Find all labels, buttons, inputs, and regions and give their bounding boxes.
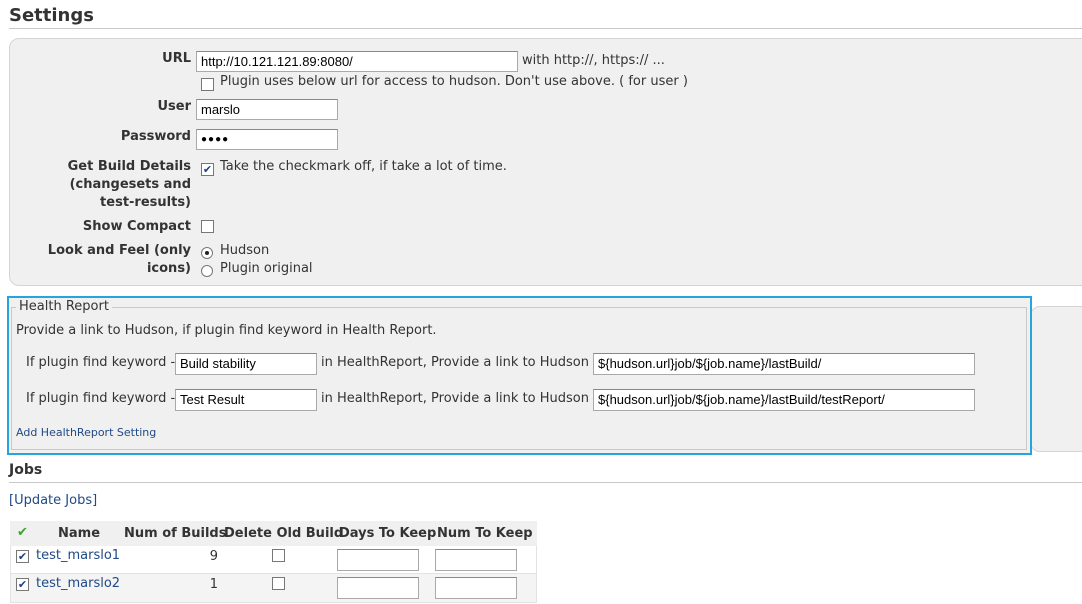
jobs-divider xyxy=(9,482,1082,483)
password-label: Password xyxy=(120,129,191,144)
link-middle-label: in HealthReport, Provide a link to Hudso… xyxy=(321,391,598,406)
build-details-checkbox-label: Take the checkmark off, if take a lot of… xyxy=(220,159,507,174)
health-report-description: Provide a link to Hudson, if plugin find… xyxy=(16,323,437,338)
link-input[interactable]: ${hudson.url}job/${job.name}/lastBuild/ xyxy=(593,353,975,375)
job-num-builds: 1 xyxy=(209,577,218,592)
job-name-link[interactable]: test_marslo1 xyxy=(36,548,120,563)
add-healthreport-link[interactable]: Add HealthReport Setting xyxy=(16,426,156,439)
checkmark-icon: ✔ xyxy=(202,163,213,176)
url-input[interactable]: http://10.121.121.89:8080/ xyxy=(196,51,518,72)
column-header-days-to-keep: Days To Keep xyxy=(339,526,437,541)
jobs-title: Jobs xyxy=(9,462,43,478)
days-to-keep-input[interactable] xyxy=(337,549,419,571)
settings-title: Settings xyxy=(9,5,94,26)
look-and-feel-label-line1: Look and Feel (only xyxy=(47,243,191,258)
url-label: URL xyxy=(162,51,191,66)
show-compact-checkbox[interactable] xyxy=(201,220,214,233)
password-input[interactable]: ●●●● xyxy=(196,129,338,150)
settings-divider xyxy=(9,28,1082,29)
delete-old-build-checkbox[interactable] xyxy=(272,577,285,590)
radio-hudson[interactable] xyxy=(201,247,213,259)
url-hint: with http://, https:// ... xyxy=(522,53,665,68)
build-details-label-line3: test-results) xyxy=(100,195,191,210)
health-report-panel-edge xyxy=(1030,306,1082,452)
keyword-input[interactable]: Test Result xyxy=(175,389,317,411)
column-header-delete-old: Delete Old Build xyxy=(224,526,344,541)
delete-old-build-checkbox[interactable] xyxy=(272,549,285,562)
build-details-label-line1: Get Build Details xyxy=(67,159,191,174)
num-to-keep-input[interactable] xyxy=(435,549,517,571)
plugin-url-checkbox-label: Plugin uses below url for access to huds… xyxy=(220,74,688,89)
job-enabled-checkbox[interactable]: ✔ xyxy=(16,550,29,563)
checkmark-icon: ✔ xyxy=(17,550,28,563)
radio-plugin-original-label: Plugin original xyxy=(220,261,313,276)
build-details-label: Get Build Details (changesets and test-r… xyxy=(40,158,191,212)
radio-plugin-original[interactable] xyxy=(201,265,213,277)
radio-hudson-label: Hudson xyxy=(220,243,270,258)
user-label: User xyxy=(157,99,191,114)
build-details-checkbox[interactable]: ✔ xyxy=(201,163,214,176)
user-input[interactable]: marslo xyxy=(196,99,338,120)
look-and-feel-label: Look and Feel (only icons) xyxy=(40,242,191,278)
link-middle-label: in HealthReport, Provide a link to Hudso… xyxy=(321,355,598,370)
build-details-label-line2: (changesets and xyxy=(69,177,191,192)
show-compact-label: Show Compact xyxy=(82,219,191,234)
job-enabled-checkbox[interactable]: ✔ xyxy=(16,578,29,591)
column-header-name: Name xyxy=(58,526,101,541)
days-to-keep-input[interactable] xyxy=(337,577,419,599)
keyword-input[interactable]: Build stability xyxy=(175,353,317,375)
column-header-num-to-keep: Num To Keep xyxy=(437,526,533,541)
plugin-url-checkbox[interactable] xyxy=(201,78,214,91)
column-header-num-builds: Num of Builds xyxy=(124,526,227,541)
look-and-feel-label-line2: icons) xyxy=(146,261,191,276)
select-all-check-icon[interactable]: ✔ xyxy=(17,525,28,540)
job-num-builds: 9 xyxy=(209,549,218,564)
radio-selected-dot xyxy=(205,251,209,255)
keyword-prefix-label: If plugin find keyword - xyxy=(26,391,176,406)
checkmark-icon: ✔ xyxy=(17,578,28,591)
num-to-keep-input[interactable] xyxy=(435,577,517,599)
keyword-prefix-label: If plugin find keyword - xyxy=(26,355,176,370)
link-input[interactable]: ${hudson.url}job/${job.name}/lastBuild/t… xyxy=(593,389,975,411)
update-jobs-link[interactable]: [Update Jobs] xyxy=(9,493,97,508)
job-name-link[interactable]: test_marslo2 xyxy=(36,576,120,591)
health-report-legend: Health Report xyxy=(16,299,112,314)
